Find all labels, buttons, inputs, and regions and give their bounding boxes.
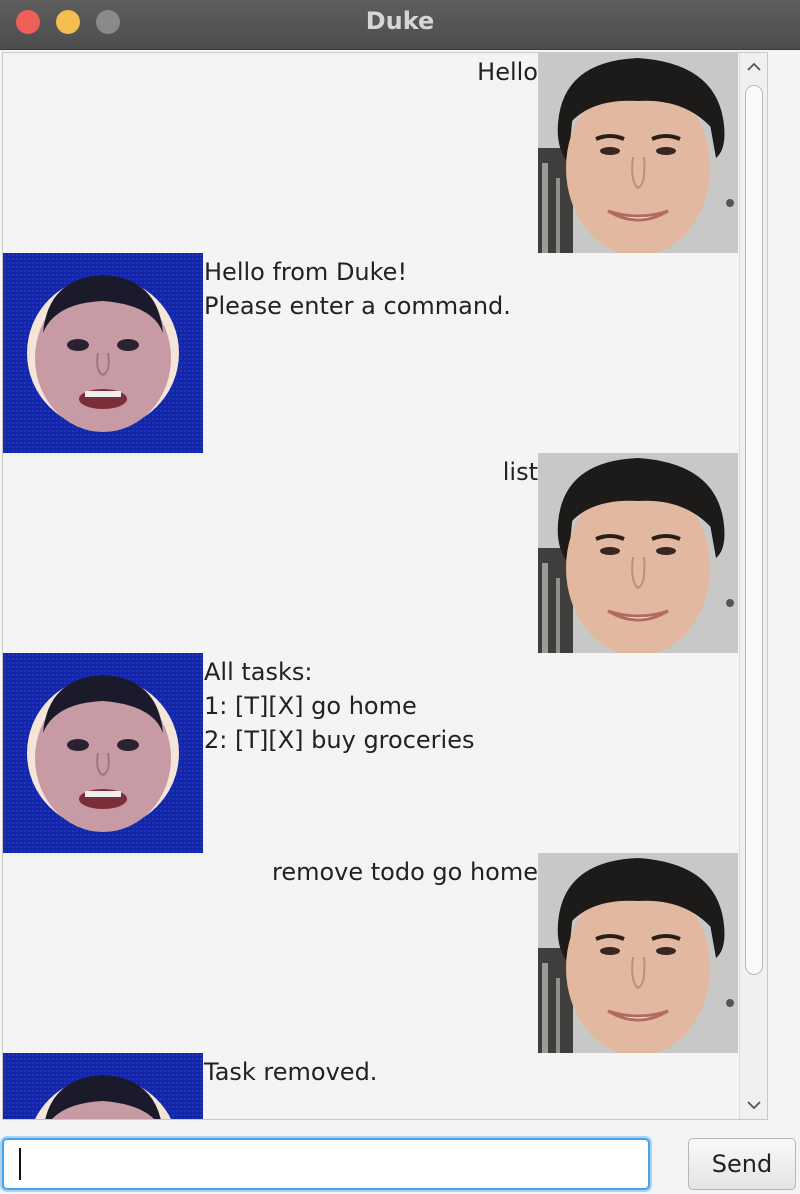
duke-dialog: Hello from Duke! Please enter a command. <box>3 253 738 453</box>
user-dialog: Hello <box>3 53 738 253</box>
scrollbar-thumb[interactable] <box>745 85 763 975</box>
window-title: Duke <box>365 7 435 35</box>
user-message-text: list <box>502 458 538 486</box>
user-avatar <box>538 53 738 253</box>
duke-message-text: Hello from Duke! Please enter a command. <box>204 258 511 320</box>
scroll-down-arrow-icon[interactable] <box>740 1091 767 1119</box>
send-button[interactable]: Send <box>688 1138 796 1190</box>
user-message-text: remove todo go home <box>272 858 538 886</box>
user-dialog: remove todo go home <box>3 853 738 1053</box>
duke-message-text: All tasks: 1: [T][X] go home 2: [T][X] b… <box>204 658 475 754</box>
app-window: Duke Hello Hello from Duke! Please enter… <box>0 0 800 1194</box>
scroll-up-arrow-icon[interactable] <box>740 53 767 81</box>
dialog-list: Hello Hello from Duke! Please enter a co… <box>3 53 738 1119</box>
command-input[interactable] <box>2 1138 650 1190</box>
duke-avatar <box>3 253 203 453</box>
duke-message-text: Task removed. <box>204 1058 378 1086</box>
duke-dialog: All tasks: 1: [T][X] go home 2: [T][X] b… <box>3 653 738 853</box>
user-message-text: Hello <box>477 58 538 86</box>
user-avatar <box>538 853 738 1053</box>
vertical-scrollbar[interactable] <box>739 53 767 1119</box>
chat-scroll-pane[interactable]: Hello Hello from Duke! Please enter a co… <box>2 52 768 1120</box>
duke-avatar <box>3 1053 203 1119</box>
user-avatar <box>538 453 738 653</box>
title-bar: Duke <box>0 0 800 50</box>
text-caret <box>19 1148 21 1180</box>
duke-dialog: Task removed. <box>3 1053 738 1119</box>
duke-avatar <box>3 653 203 853</box>
user-dialog: list <box>3 453 738 653</box>
